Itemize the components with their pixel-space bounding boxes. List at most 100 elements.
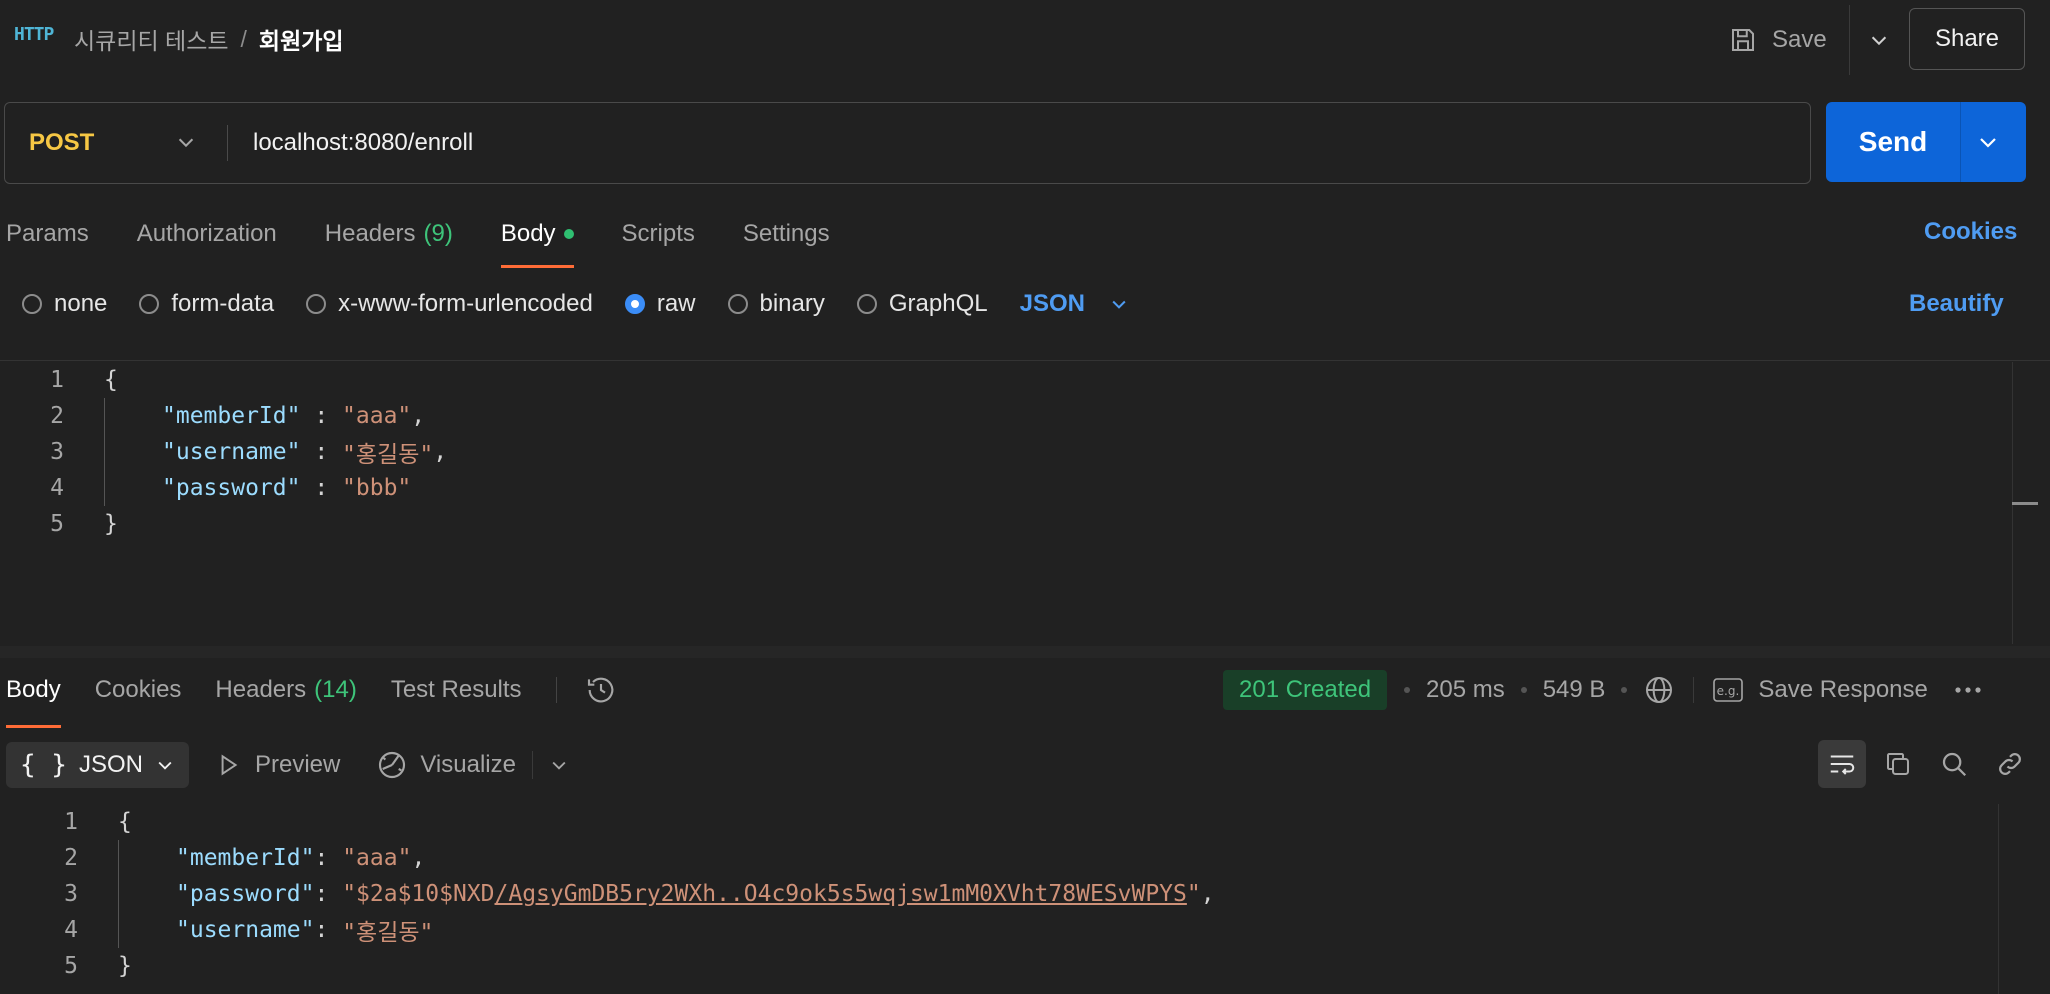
response-size[interactable]: 549 B: [1543, 676, 1606, 704]
response-tools: [1810, 740, 2034, 788]
radio-form-data-circle[interactable]: [139, 294, 160, 314]
radio-urlencoded-label: x-www-form-urlencoded: [338, 290, 593, 317]
brace-close: }: [118, 953, 132, 979]
json-value: "aaa": [342, 403, 412, 429]
history-icon[interactable]: [585, 674, 617, 706]
response-view-bar: { } JSON Preview Visualize: [6, 742, 569, 788]
response-body-viewer[interactable]: 1 2 3 4 5 { "memberId": "aaa", "password…: [0, 804, 2050, 994]
tab-params[interactable]: Params: [6, 210, 89, 258]
response-tab-headers[interactable]: Headers (14): [215, 666, 356, 714]
send-options-chevron-down-icon[interactable]: [1976, 130, 2000, 159]
json-comma: ,: [433, 439, 448, 465]
visualize-label: Visualize: [420, 751, 516, 778]
code-line: }: [118, 948, 132, 984]
radio-raw-label: raw: [656, 290, 696, 317]
code-line: {: [104, 362, 118, 398]
method-chevron-down-icon[interactable]: [175, 131, 197, 158]
response-tab-test-results[interactable]: Test Results: [391, 666, 522, 714]
response-tab-body[interactable]: Body: [6, 666, 61, 728]
line-number: 1: [64, 809, 78, 835]
json-key: "username": [162, 439, 301, 465]
radio-binary[interactable]: binary: [727, 290, 825, 318]
meta-dot: [1520, 687, 1527, 693]
radio-raw-circle[interactable]: [624, 294, 645, 314]
response-tab-cookies-label: Cookies: [94, 676, 182, 703]
line-number: 3: [64, 881, 78, 907]
tab-body[interactable]: Body: [500, 210, 574, 268]
json-value: "홍길동": [342, 442, 434, 468]
save-group: Save: [1728, 5, 1890, 75]
save-response-button[interactable]: e.g. Save Response: [1712, 676, 1928, 704]
radio-none[interactable]: none: [22, 290, 107, 318]
radio-urlencoded-circle[interactable]: [306, 294, 327, 314]
code-line: "memberId" : "aaa",: [162, 403, 426, 429]
method-select[interactable]: POST: [29, 103, 94, 183]
radio-form-data[interactable]: form-data: [139, 290, 274, 318]
breadcrumb: 시큐리티 테스트 / 회원가입: [74, 22, 344, 56]
indent-guide: [104, 398, 105, 506]
code-line: "password" : "bbb": [162, 475, 412, 501]
tab-authorization[interactable]: Authorization: [137, 210, 277, 258]
response-headers-count: (14): [314, 676, 357, 703]
pane-resize-handle[interactable]: [0, 646, 2050, 658]
search-icon[interactable]: [1930, 740, 1978, 788]
wrap-lines-icon[interactable]: [1818, 740, 1866, 788]
raw-format-label: JSON: [1019, 290, 1085, 317]
save-button[interactable]: Save: [1728, 25, 1827, 55]
raw-format-select[interactable]: JSON: [1020, 290, 1129, 318]
response-tabs: Body Cookies Headers (14) Test Results: [6, 670, 617, 728]
json-value-link[interactable]: /AgsyGmDB5ry2WXh..O4c9ok5s5wqjsw1mM0XVht…: [495, 881, 1187, 907]
radio-none-circle[interactable]: [22, 294, 42, 314]
share-button[interactable]: Share: [1909, 8, 2025, 70]
meta-dot: [1621, 687, 1628, 693]
breadcrumb-request-name[interactable]: 회원가입: [259, 22, 344, 56]
link-icon[interactable]: [1986, 740, 2034, 788]
line-number: 2: [64, 845, 78, 871]
radio-binary-circle[interactable]: [727, 294, 748, 314]
breadcrumb-separator: /: [240, 25, 247, 52]
code-line: "memberId": "aaa",: [176, 845, 426, 871]
http-request-icon: HTTP: [14, 24, 54, 45]
json-value: "홍길동": [342, 920, 434, 946]
code-line: {: [118, 804, 132, 840]
breadcrumb-collection[interactable]: 시큐리티 테스트: [74, 22, 229, 56]
code-line: "username" : "홍길동",: [162, 434, 447, 470]
save-options-chevron-down-icon[interactable]: [1868, 29, 1890, 51]
line-number: 5: [50, 511, 64, 537]
tab-headers[interactable]: Headers (9): [325, 210, 453, 258]
preview-button[interactable]: Preview: [215, 751, 340, 779]
radio-urlencoded[interactable]: x-www-form-urlencoded: [306, 290, 593, 318]
response-tab-headers-label: Headers: [215, 676, 307, 703]
more-options-icon[interactable]: [1954, 685, 1982, 695]
radio-raw[interactable]: raw: [624, 290, 696, 318]
json-key: "username": [176, 917, 315, 943]
visualize-button[interactable]: Visualize: [376, 749, 516, 781]
response-time[interactable]: 205 ms: [1426, 676, 1505, 704]
raw-format-chevron-down-icon: [1109, 294, 1129, 314]
response-format-select[interactable]: { } JSON: [6, 742, 189, 788]
tab-scripts[interactable]: Scripts: [622, 210, 695, 258]
beautify-button[interactable]: Beautify: [1909, 290, 2004, 318]
response-tab-cookies[interactable]: Cookies: [95, 666, 182, 714]
visualize-divider: [531, 751, 533, 779]
indent-guide: [118, 840, 119, 948]
send-divider: [1960, 102, 1961, 182]
tab-headers-label: Headers: [324, 220, 416, 247]
visualize-chevron-down-icon[interactable]: [549, 755, 569, 775]
editor-scrollbar-thumb[interactable]: [2012, 502, 2038, 505]
radio-graphql-circle[interactable]: [856, 294, 877, 314]
cookies-link[interactable]: Cookies: [1924, 218, 2017, 246]
send-button[interactable]: Send: [1826, 102, 1960, 182]
radio-graphql[interactable]: GraphQL: [856, 290, 988, 318]
network-globe-icon[interactable]: [1643, 674, 1675, 706]
radio-form-data-label: form-data: [171, 290, 275, 317]
status-badge[interactable]: 201 Created: [1223, 670, 1388, 710]
url-input[interactable]: localhost:8080/enroll: [253, 103, 473, 183]
json-key: "password": [162, 475, 301, 501]
request-body-editor[interactable]: 1 2 3 4 5 { "memberId" : "aaa", "usernam…: [0, 362, 2038, 644]
body-modified-dot: [563, 229, 574, 239]
tab-settings[interactable]: Settings: [743, 210, 830, 258]
example-eg-icon: e.g.: [1712, 676, 1744, 704]
line-number: 5: [64, 953, 78, 979]
copy-icon[interactable]: [1874, 740, 1922, 788]
